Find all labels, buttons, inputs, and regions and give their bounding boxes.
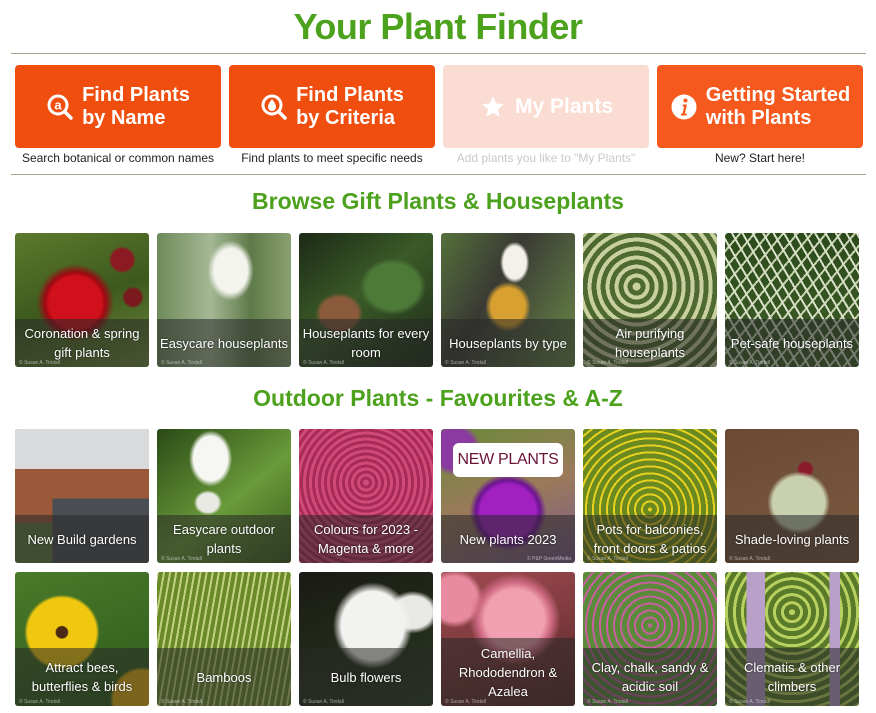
tile-clematis-climbers[interactable]: Clematis & other climbers © Susan A. Tin… — [725, 572, 859, 706]
tile-caption: Clematis & other climbers — [743, 660, 841, 694]
tile-attract-wildlife[interactable]: Attract bees, butterflies & birds © Susa… — [15, 572, 149, 706]
photo-credit: © Susan A. Tindall — [445, 699, 486, 705]
button-label: Find Plants by Name — [82, 83, 190, 129]
tile-caption: Colours for 2023 - Magenta & more — [313, 522, 419, 556]
photo-credit: © Susan A. Tindall — [161, 556, 202, 562]
info-icon — [670, 93, 698, 121]
photo-credit: © Susan A. Tindall — [729, 699, 770, 705]
my-plants-button[interactable]: My Plants — [443, 65, 649, 148]
photo-credit: © Susan A. Tindall — [729, 360, 770, 366]
tile-bulb-flowers[interactable]: Bulb flowers © Susan A. Tindall — [299, 572, 433, 706]
tile-pots-balconies-patios[interactable]: Pots for balconies, front doors & patios… — [583, 429, 717, 563]
my-plants-group: My Plants Add plants you like to "My Pla… — [443, 65, 649, 170]
tile-caption: Bulb flowers — [330, 669, 402, 685]
button-subtitle: Search botanical or common names — [21, 151, 215, 165]
tile-easycare-outdoor-plants[interactable]: Easycare outdoor plants © Susan A. Tinda… — [157, 429, 291, 563]
tile-caption: Shade-loving plants — [734, 531, 850, 547]
getting-started-button[interactable]: Getting Started with Plants — [657, 65, 863, 148]
button-subtitle: New? Start here! — [714, 151, 806, 165]
tile-houseplants-by-type[interactable]: Houseplants by type © Susan A. Tindall — [441, 233, 575, 367]
find-by-name-group: a Find Plants by Name Search botanical or… — [15, 65, 221, 170]
tile-caption: Easycare outdoor plants — [173, 522, 275, 556]
getting-started-group: Getting Started with Plants New? Start he… — [657, 65, 863, 170]
tile-easycare-houseplants[interactable]: Easycare houseplants © Susan A. Tindall — [157, 233, 291, 367]
tile-caption: Easycare houseplants — [160, 335, 288, 351]
photo-credit: © Susan A. Tindall — [587, 699, 628, 705]
tile-bamboos[interactable]: Bamboos © Susan A. Tindall — [157, 572, 291, 706]
tile-caption: Pots for balconies, front doors & patios — [593, 522, 707, 556]
find-plants-by-criteria-button[interactable]: Find Plants by Criteria — [229, 65, 435, 148]
photo-credit: © Susan A. Tindall — [161, 360, 202, 366]
photo-credit: © Susan A. Tindall — [303, 360, 344, 366]
photo-credit: © Susan A. Tindall — [729, 556, 770, 562]
button-subtitle: Find plants to meet specific needs — [241, 151, 423, 165]
star-icon — [479, 93, 507, 121]
photo-credit: © Susan A. Tindall — [587, 360, 628, 366]
tile-caption: Bamboos — [196, 669, 252, 685]
tile-colours-2023[interactable]: Colours for 2023 - Magenta & more — [299, 429, 433, 563]
section-title-outdoor-plants: Outdoor Plants - Favourites & A-Z — [253, 385, 623, 411]
page-title: Your Plant Finder — [293, 6, 583, 47]
tile-camellia-rhododendron-azalea[interactable]: Camellia, Rhododendron & Azalea © Susan … — [441, 572, 575, 706]
tile-shade-loving-plants[interactable]: Shade-loving plants © Susan A. Tindall — [725, 429, 859, 563]
photo-credit: © Susan A. Tindall — [587, 556, 628, 562]
photo-credit: © Susan A. Tindall — [19, 360, 60, 366]
photo-credit: © Susan A. Tindall — [19, 699, 60, 705]
tile-new-plants-2023[interactable]: NEW PLANTS New plants 2023 © P&P GreenMe… — [441, 429, 575, 563]
button-label: Getting Started with Plants — [705, 83, 851, 129]
photo-credit: © P&P GreenMedia — [527, 556, 571, 562]
button-subtitle: Add plants you like to "My Plants" — [456, 151, 636, 165]
divider — [11, 174, 866, 175]
tile-caption: Pet-safe houseplants — [730, 335, 854, 351]
button-label: Find Plants by Criteria — [296, 83, 404, 129]
tile-caption: New Build gardens — [27, 531, 137, 547]
tile-caption: Camellia, Rhododendron & Azalea — [458, 645, 558, 699]
divider — [11, 53, 866, 54]
svg-text:a: a — [54, 97, 62, 112]
photo-credit: © Susan A. Tindall — [161, 699, 202, 705]
tile-caption: Attract bees, butterflies & birds — [31, 660, 133, 694]
new-plants-badge: NEW PLANTS — [453, 443, 563, 477]
find-plants-by-name-button[interactable]: a Find Plants by Name — [15, 65, 221, 148]
section-title-gift-houseplants: Browse Gift Plants & Houseplants — [252, 188, 624, 214]
tile-caption: New plants 2023 — [459, 531, 557, 547]
tile-caption: Coronation & spring gift plants — [24, 326, 140, 360]
tile-coronation-gift-plants[interactable]: Coronation & spring gift plants © Susan … — [15, 233, 149, 367]
search-at-icon: a — [46, 93, 74, 121]
photo-credit: © Susan A. Tindall — [303, 699, 344, 705]
tile-caption: Clay, chalk, sandy & acidic soil — [591, 660, 709, 694]
tile-pet-safe-houseplants[interactable]: Pet-safe houseplants © Susan A. Tindall — [725, 233, 859, 367]
tile-caption: Houseplants by type — [449, 335, 567, 351]
tile-soil-types[interactable]: Clay, chalk, sandy & acidic soil © Susan… — [583, 572, 717, 706]
button-label: My Plants — [514, 95, 614, 118]
tile-air-purifying-houseplants[interactable]: Air purifying houseplants © Susan A. Tin… — [583, 233, 717, 367]
tile-caption: Houseplants for every room — [302, 326, 430, 360]
search-drop-icon — [260, 93, 288, 121]
action-buttons: a Find Plants by Name Search botanical or… — [15, 65, 863, 170]
tile-caption: Air purifying houseplants — [614, 326, 686, 360]
photo-credit: © Susan A. Tindall — [445, 360, 486, 366]
tile-houseplants-every-room[interactable]: Houseplants for every room © Susan A. Ti… — [299, 233, 433, 367]
tile-new-build-gardens[interactable]: New Build gardens — [15, 429, 149, 563]
find-by-criteria-group: Find Plants by Criteria Find plants to me… — [229, 65, 435, 170]
